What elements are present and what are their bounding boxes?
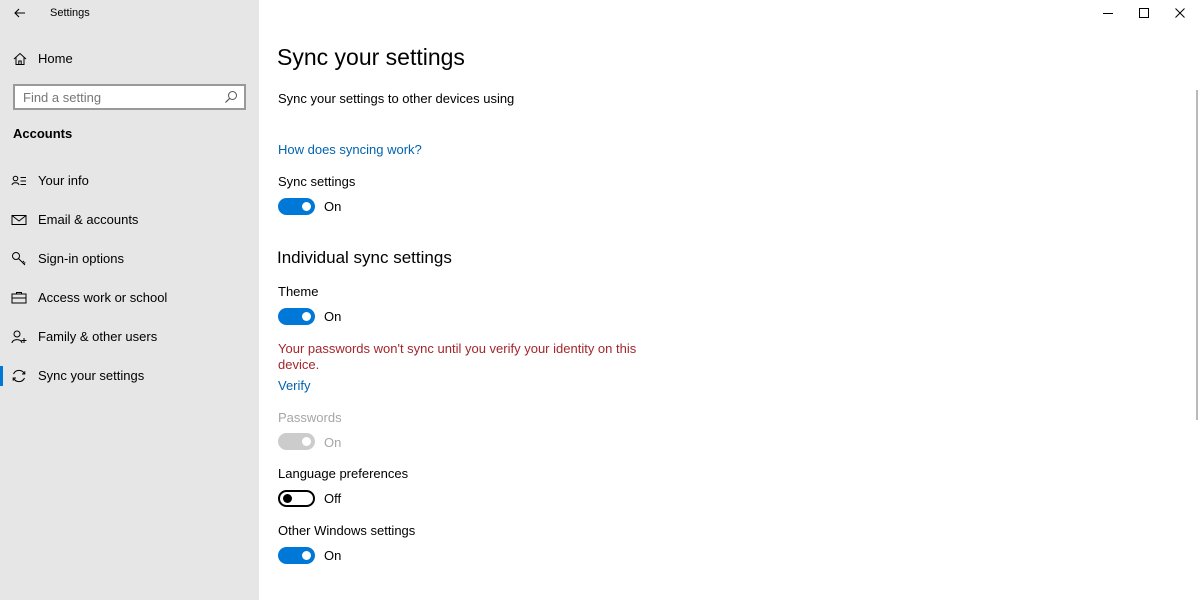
sidebar-item-label: Your info [38, 173, 89, 188]
home-link[interactable]: Home [0, 44, 259, 74]
toggle-knob [302, 437, 311, 446]
individual-sync-heading: Individual sync settings [277, 248, 452, 267]
briefcase-icon [11, 292, 27, 304]
other-windows-settings-state: On [324, 548, 342, 563]
toggle-knob [302, 551, 311, 560]
sidebar-item-label: Family & other users [38, 329, 158, 344]
passwords-state: On [324, 435, 342, 450]
sync-settings-state: On [324, 199, 342, 214]
theme-toggle[interactable] [278, 308, 315, 325]
add-user-icon [11, 330, 27, 344]
sidebar-item-access-work[interactable]: Access work or school [0, 280, 259, 316]
toggle-knob [302, 202, 311, 211]
sidebar-item-label: Email & accounts [38, 212, 139, 227]
passwords-label: Passwords [278, 410, 342, 425]
maximize-button[interactable] [1126, 0, 1162, 26]
mail-icon [11, 215, 27, 225]
password-warning-text: Your passwords won't sync until you veri… [278, 341, 637, 372]
sidebar-item-label: Access work or school [38, 290, 168, 305]
page-description: Sync your settings to other devices usin… [278, 91, 515, 106]
sync-settings-label: Sync settings [278, 174, 356, 189]
search-box[interactable] [13, 84, 246, 110]
home-label: Home [38, 51, 73, 66]
back-button[interactable] [6, 2, 34, 24]
language-preferences-label: Language preferences [278, 466, 409, 481]
search-icon[interactable] [224, 90, 238, 104]
sync-icon [12, 369, 26, 383]
minimize-icon [1103, 13, 1113, 14]
sidebar-item-sync[interactable]: Sync your settings [0, 358, 259, 394]
theme-label: Theme [278, 284, 319, 299]
home-icon [13, 52, 27, 65]
sidebar-item-label: Sync your settings [38, 368, 145, 383]
sidebar: Settings Home Accounts Your info Email &… [0, 0, 259, 600]
minimize-button[interactable] [1090, 0, 1126, 26]
sidebar-item-label: Sign-in options [38, 251, 124, 266]
toggle-knob [302, 312, 311, 321]
other-windows-settings-toggle[interactable] [278, 547, 315, 564]
maximize-icon [1139, 8, 1149, 18]
sync-settings-toggle[interactable] [278, 198, 315, 215]
language-preferences-state: Off [324, 491, 342, 506]
sidebar-item-family[interactable]: Family & other users [0, 319, 259, 355]
passwords-toggle [278, 433, 315, 450]
key-icon [12, 252, 26, 266]
contact-card-icon [11, 175, 26, 186]
how-syncing-works-link[interactable]: How does syncing work? [278, 142, 422, 157]
section-title: Accounts [13, 126, 73, 141]
search-input[interactable] [15, 86, 220, 108]
language-preferences-toggle[interactable] [278, 490, 315, 507]
sidebar-item-sign-in-options[interactable]: Sign-in options [0, 241, 259, 277]
theme-state: On [324, 309, 342, 324]
close-icon [1175, 8, 1185, 18]
back-arrow-icon [14, 8, 25, 18]
other-windows-settings-label: Other Windows settings [278, 523, 416, 538]
sidebar-item-your-info[interactable]: Your info [0, 163, 259, 199]
app-title: Settings [50, 7, 90, 19]
toggle-knob [283, 494, 292, 503]
sidebar-item-email-accounts[interactable]: Email & accounts [0, 202, 259, 238]
verify-link[interactable]: Verify [278, 378, 311, 393]
scrollbar[interactable] [1196, 90, 1198, 420]
close-button[interactable] [1162, 0, 1198, 26]
page-title: Sync your settings [277, 44, 465, 70]
